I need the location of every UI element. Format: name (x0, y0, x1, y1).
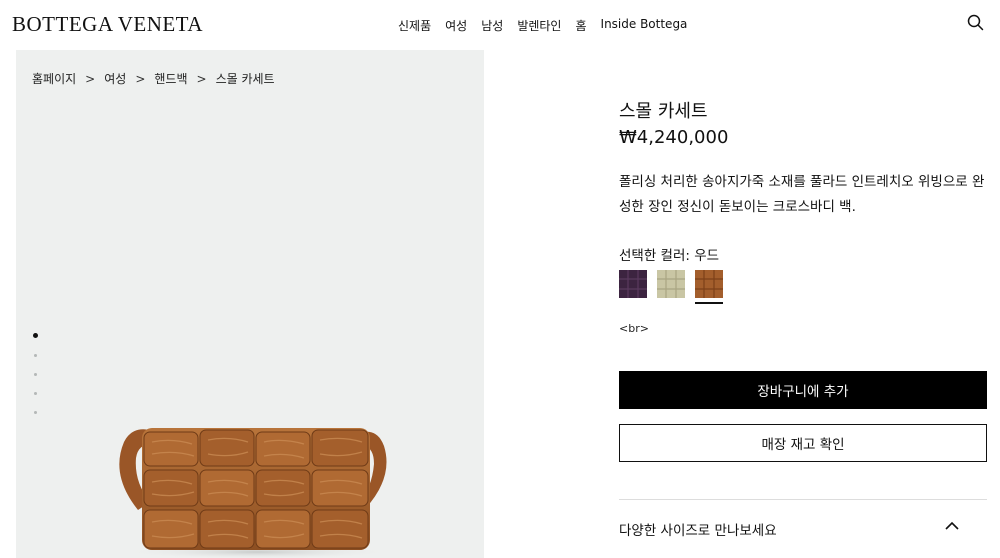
nav-item-home[interactable]: 홈 (575, 17, 586, 34)
breadcrumb-home[interactable]: 홈페이지 (32, 70, 76, 87)
main-nav: 신제품 여성 남성 발렌타인 홈 Inside Bottega (398, 17, 701, 34)
nav-item-women[interactable]: 여성 (445, 17, 467, 34)
swatch-purple[interactable] (619, 270, 647, 304)
color-swatches (619, 270, 723, 304)
check-store-stock-button[interactable]: 매장 재고 확인 (619, 424, 987, 462)
nav-item-new[interactable]: 신제품 (398, 17, 431, 34)
site-header: BOTTEGA VENETA 신제품 여성 남성 발렌타인 홈 Inside B… (0, 0, 1000, 50)
product-title: 스몰 카세트 (619, 101, 708, 122)
stray-br-text: <br> (619, 322, 649, 335)
product-price: ₩4,240,000 (619, 127, 729, 148)
gallery-pagination (32, 333, 38, 430)
swatch-sage[interactable] (657, 270, 685, 304)
breadcrumb-current: 스몰 카세트 (215, 72, 275, 86)
product-description: 폴리싱 처리한 송아지가죽 소재를 풀라드 인트레치오 위빙으로 완성한 장인 … (619, 174, 985, 215)
gallery-dot-1[interactable] (32, 333, 38, 338)
selected-color-label: 선택한 컬러: 우드 (619, 248, 720, 264)
breadcrumb-separator: > (196, 71, 207, 86)
product-gallery: 홈페이지 > 여성 > 핸드백 > 스몰 카세트 (16, 50, 484, 558)
nav-item-men[interactable]: 남성 (481, 17, 503, 34)
breadcrumb-handbags[interactable]: 핸드백 (154, 70, 187, 87)
gallery-dot-4[interactable] (33, 392, 37, 395)
gallery-dot-3[interactable] (33, 373, 37, 376)
nav-item-valentine[interactable]: 발렌타인 (517, 17, 561, 34)
breadcrumb-separator: > (135, 71, 146, 86)
brand-logo[interactable]: BOTTEGA VENETA (12, 12, 203, 37)
gallery-dot-2[interactable] (33, 354, 37, 357)
breadcrumb: 홈페이지 > 여성 > 핸드백 > 스몰 카세트 (32, 70, 275, 87)
add-to-cart-button[interactable]: 장바구니에 추가 (619, 371, 987, 409)
sizes-accordion-label: 다양한 사이즈로 만나보세요 (619, 523, 777, 539)
swatch-wood[interactable] (695, 270, 723, 304)
breadcrumb-women[interactable]: 여성 (104, 70, 126, 87)
breadcrumb-separator: > (85, 71, 96, 86)
sizes-accordion[interactable]: 다양한 사이즈로 만나보세요 (619, 500, 987, 558)
chevron-up-icon[interactable] (944, 518, 960, 534)
gallery-dot-5[interactable] (33, 411, 37, 414)
nav-item-inside-bottega[interactable]: Inside Bottega (601, 17, 688, 34)
search-icon[interactable] (966, 13, 986, 33)
product-image[interactable] (102, 370, 402, 558)
